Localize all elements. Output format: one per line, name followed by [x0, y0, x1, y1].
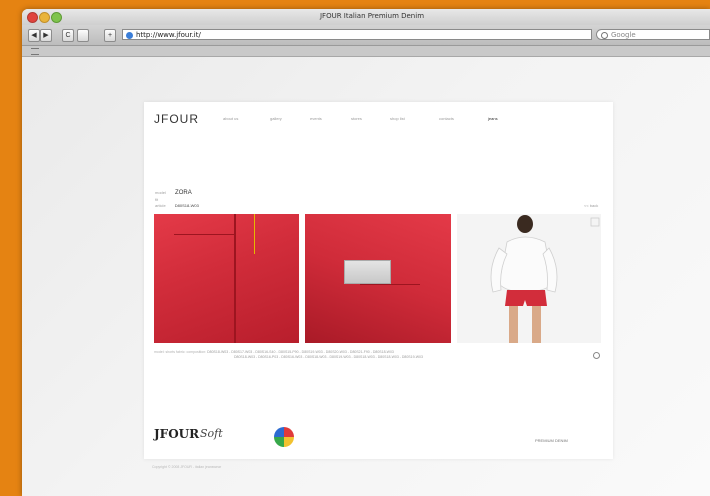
window-title: JFOUR Italian Premium Denim [319, 12, 425, 20]
side-seam [234, 214, 236, 343]
nav-events[interactable]: events [310, 116, 322, 121]
article-row: article D80S18-W03 [155, 203, 199, 208]
model-value: ZORA [175, 190, 192, 196]
zoom-window-button[interactable] [51, 12, 62, 23]
model-label: model [155, 190, 166, 195]
premium-denim-text: PREMIUM DENIM [535, 438, 568, 443]
search-placeholder: Google [611, 31, 636, 39]
bookmarks-menu-icon[interactable] [31, 48, 39, 55]
jeans-footer-logo[interactable] [274, 427, 294, 447]
site-logo[interactable]: JFOUR [154, 112, 199, 126]
nav-stores[interactable]: stores [351, 116, 362, 121]
url-text: http://www.jfour.it/ [136, 31, 201, 39]
description-lead: model: shorts fabric: composition: [154, 350, 207, 354]
bookmarks-bar [22, 46, 710, 57]
jfour-footer-logo[interactable]: JFOUR [154, 427, 199, 441]
close-window-button[interactable] [27, 12, 38, 23]
back-link[interactable]: << back [584, 203, 598, 208]
back-pocket-seam [360, 284, 420, 285]
description-line-1: D80S18-W03 - D80S17-W03 - D80S16-S40 - D… [207, 350, 394, 354]
zoom-icon[interactable] [593, 352, 600, 359]
model-row: model ZORA [155, 190, 192, 196]
nav-contacts[interactable]: contacts [439, 116, 454, 121]
product-photo-front[interactable] [154, 214, 299, 343]
fit-row: fit [155, 197, 158, 202]
nav-jeans[interactable]: jeans [488, 116, 498, 121]
search-input[interactable]: Google [596, 29, 710, 40]
add-bookmark-button[interactable]: + [104, 29, 116, 42]
article-label: article [155, 203, 166, 208]
model-figure [490, 215, 600, 343]
minimize-window-button[interactable] [39, 12, 50, 23]
browser-toolbar: ◀ ▶ C + http://www.jfour.it/ Google [22, 25, 710, 46]
globe-icon [126, 32, 133, 39]
browser-window: JFOUR Italian Premium Denim ◀ ▶ C + http… [22, 9, 710, 496]
product-photo-back[interactable] [305, 214, 451, 343]
article-value: D80S18-W03 [174, 203, 199, 208]
title-bar: JFOUR Italian Premium Denim [22, 9, 710, 26]
reload-button[interactable]: C [62, 29, 74, 42]
nav-shop-list[interactable]: shop list [390, 116, 405, 121]
brand-patch [344, 260, 391, 284]
description-line-2: D80S18-W03 - D80S16-P03 - D80S16-W03 - D… [234, 355, 423, 359]
address-bar[interactable]: http://www.jfour.it/ [122, 29, 592, 40]
nav-gallery[interactable]: gallery [270, 116, 282, 121]
stop-button[interactable] [77, 29, 89, 42]
fit-label: fit [155, 197, 159, 202]
search-icon [601, 32, 608, 39]
nav-about-us[interactable]: about us [223, 116, 238, 121]
product-photo-model[interactable] [457, 214, 601, 343]
copyright-text: Copyright © 2008 JFOUR - italian jeanswe… [152, 465, 222, 469]
web-page: JFOUR about us gallery events stores sho… [144, 102, 613, 459]
back-button[interactable]: ◀ [28, 29, 40, 42]
belt-loop [254, 214, 255, 254]
product-description: model: shorts fabric: composition: D80S1… [154, 350, 574, 360]
pocket-seam [174, 234, 234, 235]
soft-footer-logo[interactable]: Soft [200, 427, 223, 440]
forward-button[interactable]: ▶ [40, 29, 52, 42]
